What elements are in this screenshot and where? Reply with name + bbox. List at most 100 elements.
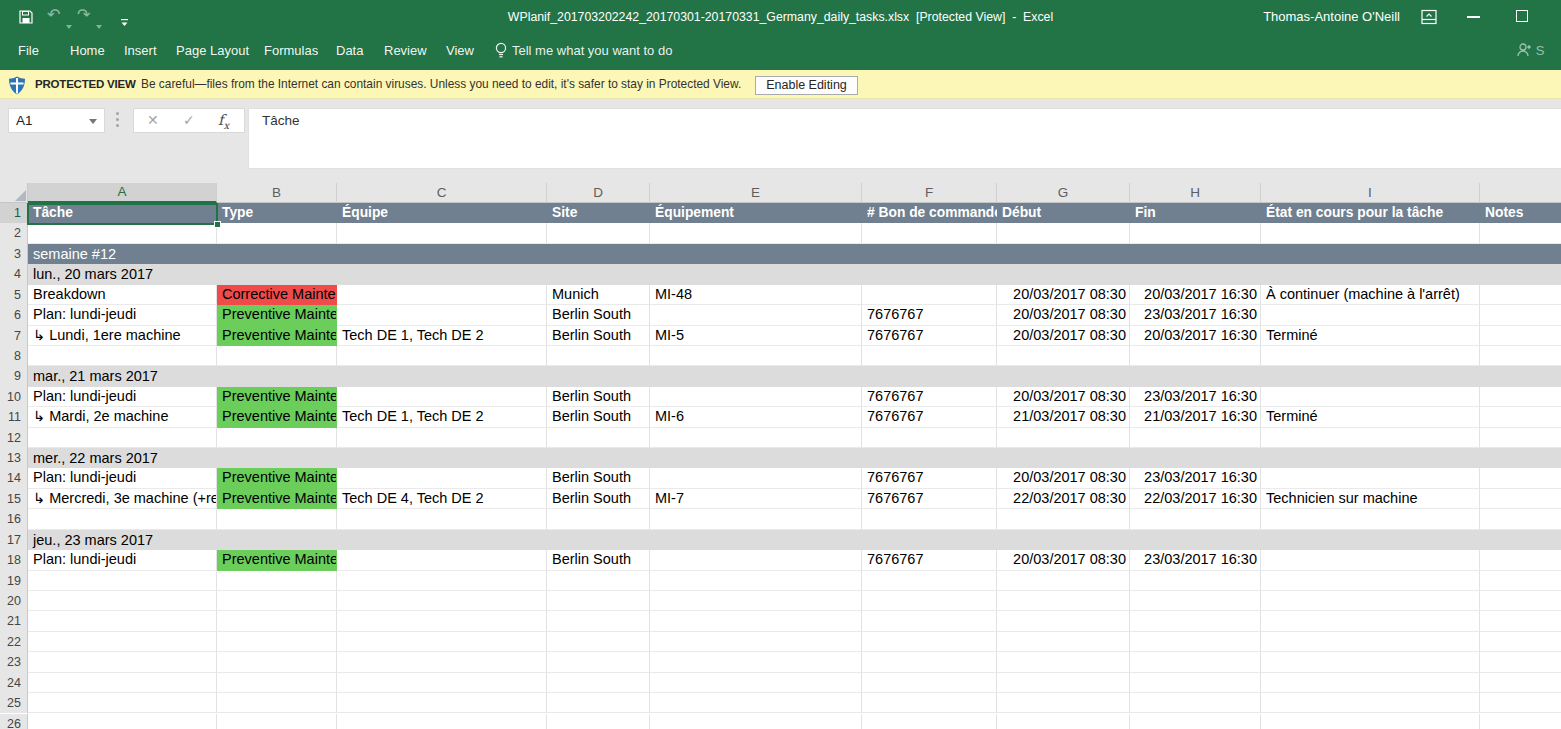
formula-bar-grip[interactable] <box>116 112 119 130</box>
cell-D8[interactable] <box>547 346 650 366</box>
cell-J16[interactable] <box>1480 509 1561 529</box>
cell-E11[interactable]: MI-6 <box>650 407 862 427</box>
cell-A25[interactable] <box>28 693 217 713</box>
cell-H22[interactable] <box>1130 632 1261 652</box>
row-header-22[interactable]: 22 <box>0 632 28 652</box>
cell-I23[interactable] <box>1261 652 1480 672</box>
cell-A14[interactable]: Plan: lundi-jeudi <box>28 468 217 488</box>
cell-I8[interactable] <box>1261 346 1480 366</box>
cell-C6[interactable] <box>337 305 547 325</box>
cell-I21[interactable] <box>1261 611 1480 631</box>
cell-E16[interactable] <box>650 509 862 529</box>
cell-F10[interactable]: 7676767 <box>862 387 997 407</box>
cell-H19[interactable] <box>1130 571 1261 591</box>
column-header-H[interactable]: H <box>1130 183 1261 203</box>
cell-C20[interactable] <box>337 591 547 611</box>
cell-F1[interactable]: # Bon de commande <box>862 203 997 223</box>
menu-tab-view[interactable]: View <box>446 34 474 68</box>
row-header-16[interactable]: 16 <box>0 509 28 529</box>
cell-G15[interactable]: 22/03/2017 08:30 <box>997 489 1130 509</box>
row-header-20[interactable]: 20 <box>0 591 28 611</box>
cell-A26[interactable] <box>28 714 217 729</box>
row-header-4[interactable]: 4 <box>0 264 28 284</box>
menu-tab-insert[interactable]: Insert <box>124 34 157 68</box>
row-header-15[interactable]: 15 <box>0 489 28 509</box>
row-header-13[interactable]: 13 <box>0 448 28 468</box>
menu-tab-formulas[interactable]: Formulas <box>264 34 318 68</box>
menu-tab-page-layout[interactable]: Page Layout <box>176 34 249 68</box>
column-header-E[interactable]: E <box>650 183 862 203</box>
cell-B2[interactable] <box>217 223 337 243</box>
cell-D20[interactable] <box>547 591 650 611</box>
cell-D6[interactable]: Berlin South <box>547 305 650 325</box>
cell-E24[interactable] <box>650 673 862 693</box>
row-header-3[interactable]: 3 <box>0 244 28 264</box>
cell-A24[interactable] <box>28 673 217 693</box>
cell-E21[interactable] <box>650 611 862 631</box>
insert-function-icon[interactable]: fx <box>218 109 229 137</box>
row-header-12[interactable]: 12 <box>0 428 28 448</box>
cell-D12[interactable] <box>547 428 650 448</box>
cell-E1[interactable]: Équipement <box>650 203 862 223</box>
cell-F14[interactable]: 7676767 <box>862 468 997 488</box>
cell-I25[interactable] <box>1261 693 1480 713</box>
row-header-2[interactable]: 2 <box>0 223 28 243</box>
fill-handle[interactable] <box>214 221 221 228</box>
cell-H16[interactable] <box>1130 509 1261 529</box>
cell-H15[interactable]: 22/03/2017 16:30 <box>1130 489 1261 509</box>
cell-C7[interactable]: Tech DE 1, Tech DE 2 <box>337 326 547 346</box>
band-row-17-label[interactable]: jeu., 23 mars 2017 <box>28 530 1561 550</box>
cell-H7[interactable]: 20/03/2017 16:30 <box>1130 326 1261 346</box>
cell-F6[interactable]: 7676767 <box>862 305 997 325</box>
tell-me-box[interactable]: Tell me what you want to do <box>512 34 672 68</box>
cell-D10[interactable]: Berlin South <box>547 387 650 407</box>
cell-J10[interactable] <box>1480 387 1561 407</box>
cell-F7[interactable]: 7676767 <box>862 326 997 346</box>
cell-J2[interactable] <box>1480 223 1561 243</box>
cell-H12[interactable] <box>1130 428 1261 448</box>
cell-J19[interactable] <box>1480 571 1561 591</box>
cell-E7[interactable]: MI-5 <box>650 326 862 346</box>
cell-A23[interactable] <box>28 652 217 672</box>
cell-C18[interactable] <box>337 550 547 570</box>
row-header-6[interactable]: 6 <box>0 305 28 325</box>
cell-A10[interactable]: Plan: lundi-jeudi <box>28 387 217 407</box>
cell-J25[interactable] <box>1480 693 1561 713</box>
cell-C26[interactable] <box>337 714 547 729</box>
name-box-dropdown-icon[interactable] <box>89 119 97 124</box>
row-header-24[interactable]: 24 <box>0 673 28 693</box>
cell-J12[interactable] <box>1480 428 1561 448</box>
cell-C22[interactable] <box>337 632 547 652</box>
cell-J22[interactable] <box>1480 632 1561 652</box>
cell-D1[interactable]: Site <box>547 203 650 223</box>
cell-G6[interactable]: 20/03/2017 08:30 <box>997 305 1130 325</box>
cell-H5[interactable]: 20/03/2017 16:30 <box>1130 285 1261 305</box>
cell-B10[interactable]: Preventive Maintenance <box>217 387 337 407</box>
cell-G20[interactable] <box>997 591 1130 611</box>
cell-G25[interactable] <box>997 693 1130 713</box>
cell-A6[interactable]: Plan: lundi-jeudi <box>28 305 217 325</box>
cell-B12[interactable] <box>217 428 337 448</box>
cell-H21[interactable] <box>1130 611 1261 631</box>
cell-B16[interactable] <box>217 509 337 529</box>
band-row-9-label[interactable]: mar., 21 mars 2017 <box>28 366 1561 386</box>
cell-I7[interactable]: Terminé <box>1261 326 1480 346</box>
cell-C11[interactable]: Tech DE 1, Tech DE 2 <box>337 407 547 427</box>
row-header-9[interactable]: 9 <box>0 366 28 386</box>
column-header-B[interactable]: B <box>217 183 337 203</box>
cell-B8[interactable] <box>217 346 337 366</box>
cell-J6[interactable] <box>1480 305 1561 325</box>
column-header-D[interactable]: D <box>547 183 650 203</box>
cell-G7[interactable]: 20/03/2017 08:30 <box>997 326 1130 346</box>
cell-F11[interactable]: 7676767 <box>862 407 997 427</box>
cell-F23[interactable] <box>862 652 997 672</box>
cell-G2[interactable] <box>997 223 1130 243</box>
cell-D16[interactable] <box>547 509 650 529</box>
cell-I26[interactable] <box>1261 714 1480 729</box>
cell-B11[interactable]: Preventive Maintenance <box>217 407 337 427</box>
cell-D23[interactable] <box>547 652 650 672</box>
cell-E20[interactable] <box>650 591 862 611</box>
cell-D22[interactable] <box>547 632 650 652</box>
cell-H18[interactable]: 23/03/2017 16:30 <box>1130 550 1261 570</box>
cell-G18[interactable]: 20/03/2017 08:30 <box>997 550 1130 570</box>
